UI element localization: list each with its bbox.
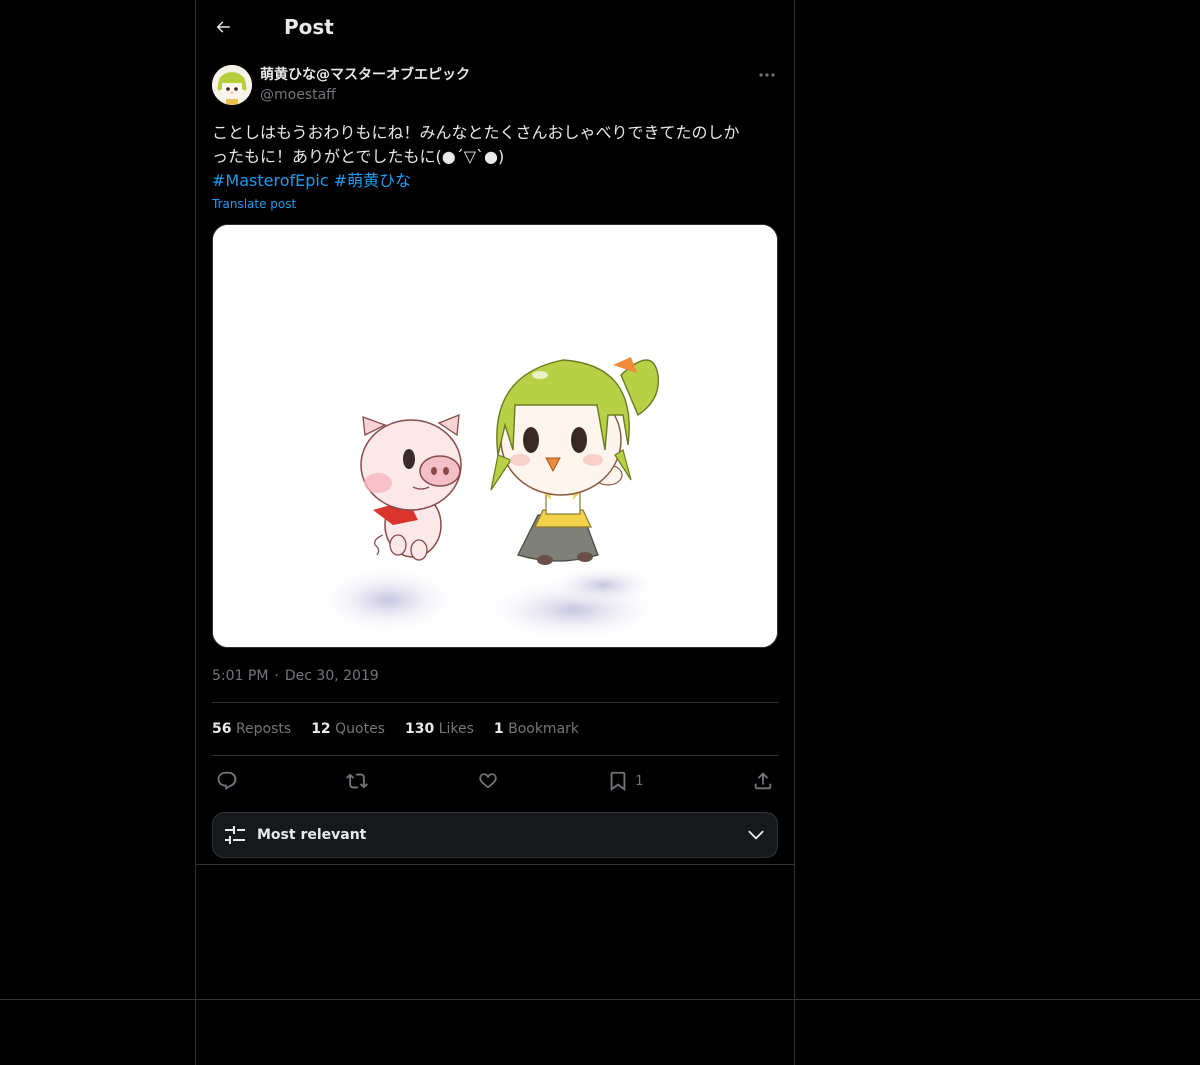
hashtag-moegi-hina[interactable]: #萌黄ひな	[334, 171, 411, 190]
like-button[interactable]	[477, 770, 499, 792]
right-column-border	[794, 0, 795, 1065]
reposts-label: Reposts	[235, 721, 292, 737]
illustration-pig-and-girl	[213, 225, 777, 647]
timestamp: 5:01 PM · Dec 30, 2019	[212, 666, 778, 686]
reply-button[interactable]	[216, 770, 238, 792]
bookmarks-count: 1	[493, 721, 504, 737]
bottom-divider	[0, 999, 1200, 1000]
author-info: 萌黄ひな@マスターオブエピック @moestaff	[260, 65, 470, 105]
bookmarks-stat[interactable]: 1 Bookmark	[494, 721, 579, 737]
likes-stat[interactable]: 130 Likes	[405, 721, 474, 737]
post-image[interactable]	[212, 224, 778, 648]
reposts-stat[interactable]: 56 Reposts	[212, 721, 291, 737]
repost-icon	[346, 773, 369, 789]
bookmarks-label: Bookmark	[508, 721, 580, 737]
likes-count: 130	[404, 721, 435, 737]
more-dots-icon	[759, 73, 775, 77]
bookmark-button[interactable]: 1	[607, 770, 644, 792]
thread-divider	[196, 864, 794, 865]
back-arrow-icon	[216, 21, 230, 33]
post-text: ことしはもうおわりもにね！みんなとたくさんおしゃべりできてたのしか ったもに！あ…	[212, 121, 778, 193]
author-handle[interactable]: @moestaff	[260, 85, 470, 105]
post: 萌黄ひな@マスターオブエピック @moestaff ことしはもうおわりもにね！み…	[196, 65, 794, 858]
post-time[interactable]: 5:01 PM	[212, 668, 268, 684]
author-display-name[interactable]: 萌黄ひな@マスターオブエピック	[260, 65, 470, 85]
share-icon	[754, 772, 772, 790]
likes-label: Likes	[438, 721, 474, 737]
translate-post-link[interactable]: Translate post	[212, 197, 296, 211]
chevron-down-icon	[748, 830, 764, 840]
engagement-stats: 56 Reposts 12 Quotes 130 Likes 1 Bookmar…	[212, 703, 778, 755]
action-bar: 1	[212, 756, 778, 806]
post-text-line-2: ったもに！ありがとでしたもに(●´▽`●)	[212, 147, 505, 166]
post-text-line-1: ことしはもうおわりもにね！みんなとたくさんおしゃべりできてたのしか	[212, 123, 740, 142]
primary-column: Post 萌黄ひな@マスターオブエピック @moestaff ことしはもうおわり…	[196, 0, 794, 858]
share-button[interactable]	[752, 770, 774, 792]
bookmark-count: 1	[635, 773, 644, 789]
sliders-icon	[225, 826, 245, 844]
quotes-label: Quotes	[335, 721, 385, 737]
avatar[interactable]	[212, 65, 252, 105]
reply-icon	[217, 771, 237, 790]
hashtag-masterofepic[interactable]: #MasterofEpic	[212, 171, 329, 190]
sort-label: Most relevant	[257, 827, 367, 843]
quotes-stat[interactable]: 12 Quotes	[311, 721, 385, 737]
back-button[interactable]	[212, 16, 234, 38]
reposts-count: 56	[212, 721, 232, 737]
reply-sort-dropdown[interactable]: Most relevant	[212, 812, 778, 858]
author-row: 萌黄ひな@マスターオブエピック @moestaff	[212, 65, 778, 107]
timestamp-separator: ·	[274, 668, 279, 684]
hashtags: #MasterofEpic #萌黄ひな	[212, 169, 778, 193]
repost-button[interactable]	[346, 770, 369, 792]
header: Post	[196, 0, 794, 54]
bookmark-icon	[610, 771, 626, 791]
page-title: Post	[284, 15, 334, 39]
post-date[interactable]: Dec 30, 2019	[285, 668, 379, 684]
more-options-button[interactable]	[756, 65, 778, 85]
heart-icon	[479, 773, 497, 789]
quotes-count: 12	[311, 721, 331, 737]
page: Post 萌黄ひな@マスターオブエピック @moestaff ことしはもうおわり…	[0, 0, 1200, 1065]
